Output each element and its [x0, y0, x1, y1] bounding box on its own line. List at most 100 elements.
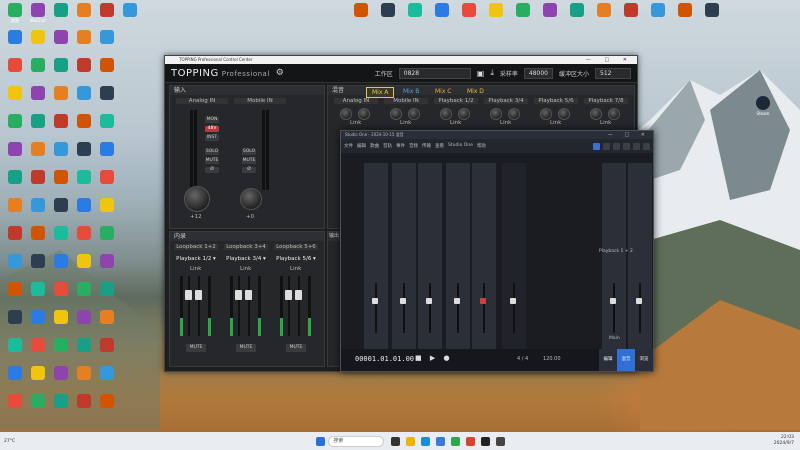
window-controls[interactable]: — □ ✕ — [608, 131, 650, 139]
desktop-icon[interactable] — [27, 58, 49, 72]
start-icon[interactable] — [316, 436, 326, 446]
file-explorer-icon[interactable] — [406, 436, 416, 446]
gear-icon[interactable]: ⚙ — [276, 68, 284, 78]
desktop-icon[interactable] — [404, 3, 426, 17]
desktop-icon[interactable] — [96, 310, 118, 324]
studio-one-taskbar-icon[interactable] — [481, 436, 491, 446]
link-toggle[interactable]: Link — [240, 266, 251, 272]
desktop-icon[interactable] — [96, 114, 118, 128]
desktop-icon[interactable] — [674, 3, 696, 17]
link-toggle[interactable]: Link — [400, 120, 411, 126]
desktop-icon[interactable] — [4, 142, 26, 156]
pencil-tool-icon[interactable] — [603, 142, 610, 150]
split-tool-icon[interactable] — [623, 142, 630, 150]
desktop-icon[interactable] — [73, 366, 95, 380]
menu-item[interactable]: Studio One — [448, 143, 473, 149]
desktop-icon[interactable] — [4, 394, 26, 408]
loopback-tab[interactable]: Loopback 5+6 — [274, 244, 318, 250]
desktop-icon[interactable] — [73, 226, 95, 240]
desktop-icon[interactable] — [27, 114, 49, 128]
desktop-icon[interactable] — [96, 86, 118, 100]
fader-handle[interactable] — [610, 298, 616, 304]
menu-item[interactable]: 音轨 — [383, 143, 392, 149]
fader-handle[interactable] — [185, 290, 192, 300]
desktop-icon[interactable] — [73, 170, 95, 184]
menu-item[interactable]: 文件 — [344, 143, 353, 149]
weather-widget[interactable]: 27°C — [0, 439, 48, 444]
desktop-icon[interactable] — [4, 226, 26, 240]
desktop-icon[interactable] — [27, 86, 49, 100]
mute-tool-icon[interactable] — [633, 142, 640, 150]
menu-item[interactable]: 音频 — [409, 143, 418, 149]
fader-handle[interactable] — [426, 298, 432, 304]
desktop-icon[interactable] — [96, 170, 118, 184]
zoom-tool-icon[interactable] — [643, 142, 650, 150]
desktop-icon[interactable] — [73, 114, 95, 128]
wechat-icon[interactable] — [451, 436, 461, 446]
analog-solo-button[interactable]: SOLO — [205, 149, 219, 155]
desktop-icon[interactable] — [647, 3, 669, 17]
desktop-icon[interactable] — [50, 58, 72, 72]
link-toggle[interactable]: Link — [190, 266, 201, 272]
pan-knob[interactable] — [490, 108, 502, 120]
desktop-icon[interactable] — [50, 30, 72, 44]
pan-knob[interactable] — [340, 108, 352, 120]
desktop-icon[interactable] — [27, 170, 49, 184]
desktop-icon[interactable] — [73, 3, 95, 17]
desktop-icon[interactable] — [4, 170, 26, 184]
desktop-icon[interactable] — [27, 142, 49, 156]
desktop-icon[interactable]: 跑跑 — [4, 3, 26, 24]
transport-controls[interactable]: ■ ▶ ● — [415, 354, 453, 362]
pan-knob[interactable] — [508, 108, 520, 120]
pan-knob[interactable] — [608, 108, 620, 120]
desktop-icon[interactable] — [96, 254, 118, 268]
desktop-icon[interactable] — [701, 3, 723, 17]
tempo-display[interactable]: 120.00 — [543, 356, 561, 362]
mixer-channel-strip[interactable] — [417, 163, 442, 349]
link-toggle[interactable]: Link — [600, 120, 611, 126]
desktop-icon[interactable] — [50, 3, 72, 17]
desktop-icon[interactable] — [50, 254, 72, 268]
loopback-source-select[interactable]: Playback 1/2 ▾ — [174, 256, 218, 262]
desktop-icon[interactable] — [27, 254, 49, 268]
desktop-icon[interactable] — [96, 3, 118, 17]
desktop-icon[interactable] — [50, 366, 72, 380]
workspace-select[interactable]: 0828 — [398, 67, 471, 79]
pan-knob[interactable] — [440, 108, 452, 120]
link-toggle[interactable]: Link — [500, 120, 511, 126]
app-icon[interactable] — [466, 436, 476, 446]
desktop-icon[interactable] — [73, 254, 95, 268]
desktop-icon[interactable] — [50, 394, 72, 408]
mix-tab[interactable]: Mix D — [462, 87, 489, 96]
desktop-icon[interactable] — [4, 282, 26, 296]
link-toggle[interactable]: Link — [350, 120, 361, 126]
desktop-icon-steam[interactable]: Steam — [752, 96, 774, 116]
download-icon[interactable]: ⤓ — [490, 68, 494, 78]
mixer-channel-strip[interactable] — [445, 163, 470, 349]
store-icon[interactable] — [436, 436, 446, 446]
task-view-icon[interactable] — [391, 436, 401, 446]
mixer-channel-strip[interactable] — [627, 163, 652, 349]
loopback-source-select[interactable]: Playback 3/4 ▾ — [224, 256, 268, 262]
mon-button[interactable]: MON — [205, 117, 219, 123]
mix-tab[interactable]: Mix B — [398, 87, 424, 96]
link-toggle[interactable]: Link — [290, 266, 301, 272]
menu-item[interactable]: 歌曲 — [370, 143, 379, 149]
menu-item[interactable]: 编辑 — [357, 143, 366, 149]
link-toggle[interactable]: Link — [550, 120, 561, 126]
fader-handle[interactable] — [400, 298, 406, 304]
desktop-icon[interactable] — [27, 394, 49, 408]
time-signature[interactable]: 4 / 4 — [517, 356, 528, 362]
desktop-icon[interactable] — [73, 86, 95, 100]
analog-gain-knob[interactable] — [184, 186, 210, 212]
desktop-icon[interactable] — [458, 3, 480, 17]
pan-knob[interactable] — [540, 108, 552, 120]
desktop-icon[interactable] — [512, 3, 534, 17]
window-controls[interactable]: — □ ✕ — [586, 56, 633, 64]
mute-button[interactable]: MUTE — [236, 344, 256, 352]
desktop-icon[interactable] — [4, 254, 26, 268]
desktop-icon[interactable] — [96, 30, 118, 44]
mixer-channel-strip[interactable] — [363, 163, 388, 349]
desktop-icon[interactable] — [96, 198, 118, 212]
pan-knob[interactable] — [590, 108, 602, 120]
